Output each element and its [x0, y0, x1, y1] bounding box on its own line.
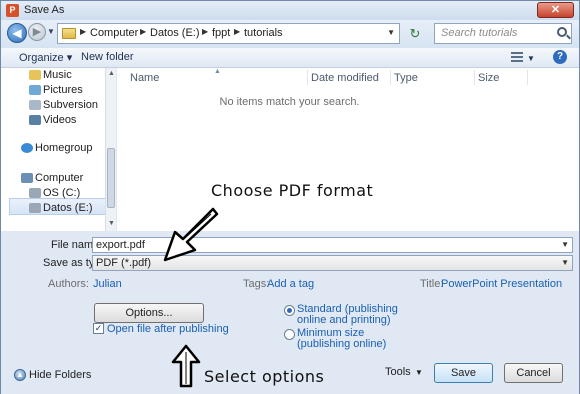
chevron-down-icon[interactable]: ▼ — [561, 258, 569, 267]
scrollbar-thumb[interactable] — [107, 148, 115, 208]
authors-label: Authors: — [48, 278, 89, 290]
breadcrumb-datos[interactable]: Datos (E:) — [150, 27, 200, 39]
search-icon — [557, 27, 567, 37]
command-bar: Organize ▾ New folder ▼ ? — [1, 48, 579, 68]
chevron-right-icon[interactable]: ▶ — [80, 27, 86, 36]
subversion-icon — [29, 100, 41, 110]
add-tag-link[interactable]: Add a tag — [267, 278, 314, 290]
empty-message: No items match your search. — [219, 96, 360, 108]
sidebar-item-videos[interactable]: Videos — [43, 114, 76, 126]
title-bar: P Save As ✕ — [1, 1, 579, 20]
minimum-size-radio[interactable] — [284, 329, 295, 340]
sidebar-item-datos-e[interactable]: Datos (E:) — [43, 202, 93, 214]
annotation-select-options: Select options — [204, 367, 325, 386]
sidebar-item-subversion[interactable]: Subversion — [43, 99, 98, 111]
column-separator[interactable] — [474, 70, 475, 85]
search-placeholder: Search tutorials — [441, 27, 518, 39]
close-button[interactable]: ✕ — [537, 2, 574, 18]
new-folder-button[interactable]: New folder — [81, 51, 134, 63]
window-title: Save As — [24, 4, 65, 16]
change-view-icon[interactable] — [511, 52, 523, 62]
computer-icon — [21, 173, 33, 183]
homegroup-icon — [21, 143, 33, 153]
chevron-down-icon[interactable]: ▼ — [561, 240, 569, 249]
column-header-name[interactable]: Name — [130, 72, 159, 84]
breadcrumb[interactable]: ▶ Computer ▶ Datos (E:) ▶ fppt ▶ tutoria… — [57, 23, 400, 44]
column-separator[interactable] — [390, 70, 391, 85]
chevron-right-icon[interactable]: ▶ — [140, 27, 146, 36]
tools-button[interactable]: Tools — [385, 366, 411, 378]
powerpoint-app-icon: P — [6, 4, 19, 17]
save-as-dialog: P Save As ✕ ◀ ▶ ▼ ▶ Computer ▶ Datos (E:… — [0, 0, 580, 394]
breadcrumb-fppt[interactable]: fppt — [212, 27, 230, 39]
standard-radio[interactable] — [284, 305, 295, 316]
help-icon[interactable]: ? — [553, 50, 567, 64]
sidebar-item-music[interactable]: Music — [43, 69, 72, 81]
address-bar: ◀ ▶ ▼ ▶ Computer ▶ Datos (E:) ▶ fppt ▶ t… — [1, 20, 579, 48]
authors-value[interactable]: Julian — [93, 278, 122, 290]
sidebar-item-homegroup[interactable]: Homegroup — [35, 142, 92, 154]
organize-button[interactable]: Organize ▾ — [19, 51, 72, 64]
chevron-down-icon[interactable]: ▼ — [527, 54, 535, 63]
videos-icon — [29, 115, 41, 125]
sort-indicator-icon: ▲ — [214, 68, 221, 75]
minimum-label-line2[interactable]: (publishing online) — [297, 338, 386, 350]
hide-folders-button[interactable]: Hide Folders — [29, 369, 91, 381]
scroll-up-icon[interactable]: ▲ — [108, 70, 115, 77]
navigation-pane: Music Pictures Subversion Videos Homegro… — [1, 68, 116, 231]
annotation-choose-pdf: Choose PDF format — [211, 181, 374, 200]
music-icon — [29, 70, 41, 80]
column-separator[interactable] — [307, 70, 308, 85]
drive-icon — [29, 203, 41, 213]
chevron-right-icon[interactable]: ▶ — [234, 27, 240, 36]
recent-pages-dropdown[interactable]: ▼ — [47, 27, 55, 36]
open-after-publishing-checkbox[interactable]: ✓ — [93, 323, 104, 334]
save-as-type-value: PDF (*.pdf) — [96, 257, 152, 269]
standard-label-line2[interactable]: online and printing) — [297, 314, 391, 326]
chevron-down-icon[interactable]: ▼ — [387, 28, 395, 37]
pictures-icon — [29, 85, 41, 95]
file-name-value: export.pdf — [96, 239, 145, 251]
chevron-right-icon[interactable]: ▶ — [202, 27, 208, 36]
cancel-button[interactable]: Cancel — [504, 363, 563, 383]
chevron-down-icon[interactable]: ▼ — [415, 368, 423, 377]
arrow-annotation-icon — [163, 207, 219, 262]
arrow-annotation-icon — [171, 344, 201, 388]
sidebar-item-pictures[interactable]: Pictures — [43, 84, 83, 96]
title-value[interactable]: PowerPoint Presentation — [441, 278, 562, 290]
sidebar-item-computer[interactable]: Computer — [35, 172, 83, 184]
options-button[interactable]: Options... — [94, 303, 204, 323]
chevron-up-icon[interactable]: ▲ — [14, 369, 26, 381]
title-label: Title: — [420, 278, 444, 290]
folder-icon — [62, 28, 76, 39]
open-after-publishing-label[interactable]: Open file after publishing — [107, 323, 229, 335]
save-button[interactable]: Save — [434, 363, 493, 383]
breadcrumb-computer[interactable]: Computer — [90, 27, 138, 39]
column-separator[interactable] — [527, 70, 528, 85]
column-header-date-modified[interactable]: Date modified — [311, 72, 379, 84]
breadcrumb-tutorials[interactable]: tutorials — [244, 27, 283, 39]
refresh-icon[interactable]: ↻ — [402, 25, 428, 43]
column-header-type[interactable]: Type — [394, 72, 418, 84]
forward-button[interactable]: ▶ — [28, 23, 46, 41]
scroll-down-icon[interactable]: ▼ — [108, 220, 115, 227]
column-header-size[interactable]: Size — [478, 72, 499, 84]
navigation-scrollbar[interactable]: ▲ ▼ — [105, 68, 116, 231]
back-button[interactable]: ◀ — [7, 23, 27, 43]
search-input[interactable]: Search tutorials — [434, 23, 572, 44]
drive-icon — [29, 188, 41, 198]
tags-label: Tags: — [243, 278, 270, 290]
sidebar-item-os-c[interactable]: OS (C:) — [43, 187, 80, 199]
